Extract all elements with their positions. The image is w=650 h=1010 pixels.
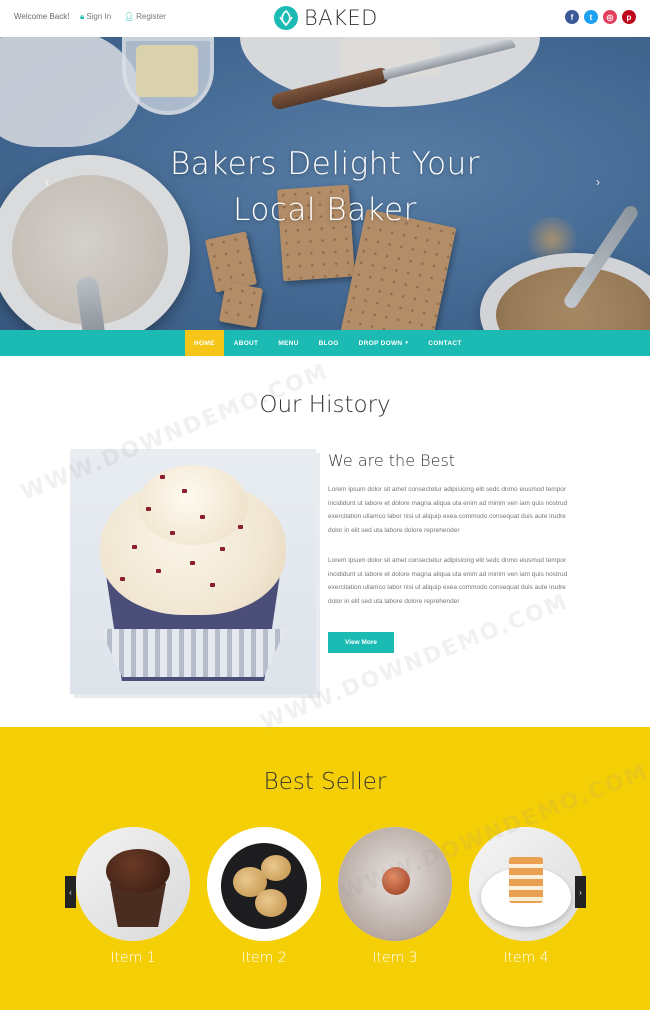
item-image bbox=[76, 827, 190, 941]
best-seller-section: Best Seller Item 1 Item 2 Item 3 Item 4 … bbox=[0, 727, 650, 1010]
sign-in-label: Sign In bbox=[86, 12, 112, 21]
lock-icon: 🔒︎ bbox=[80, 12, 85, 21]
best-seller-item[interactable]: Item 1 bbox=[76, 827, 190, 966]
best-seller-item[interactable]: Item 4 bbox=[469, 827, 583, 966]
item-label: Item 1 bbox=[110, 950, 156, 966]
item-label: Item 4 bbox=[503, 950, 549, 966]
carousel-prev-arrow-icon[interactable]: ‹ bbox=[65, 876, 76, 908]
hero-next-arrow-icon[interactable]: › bbox=[596, 175, 600, 189]
cupcake-photo bbox=[70, 449, 316, 694]
item-image bbox=[338, 827, 452, 941]
logo-text: BAKED bbox=[304, 6, 378, 30]
top-bar: Welcome Back! 🔒︎ Sign In 👤︎ Register BAKED… bbox=[0, 0, 650, 37]
nav-item-drop-down-label: DROP DOWN bbox=[358, 339, 403, 347]
welcome-text: Welcome Back! bbox=[14, 12, 70, 21]
best-seller-item[interactable]: Item 2 bbox=[207, 827, 321, 966]
main-nav: HOME ABOUT MENU BLOG DROP DOWN ▾ CONTACT bbox=[0, 330, 650, 356]
hero-prev-arrow-icon[interactable]: ‹ bbox=[45, 175, 49, 189]
register-link[interactable]: 👤︎ Register bbox=[124, 12, 166, 21]
carousel-next-arrow-icon[interactable]: › bbox=[575, 876, 586, 908]
logo-mark-icon bbox=[274, 6, 298, 30]
history-paragraph-2: Lorem ipsum dolor sit amet consectetur a… bbox=[328, 557, 568, 605]
register-label: Register bbox=[136, 12, 166, 21]
user-icon: 👤︎ bbox=[124, 12, 135, 21]
hero-heading-line2: Local Baker bbox=[233, 192, 417, 228]
hero-heading: Bakers Delight Your Local Baker bbox=[0, 141, 650, 233]
nav-item-about[interactable]: ABOUT bbox=[224, 330, 269, 356]
hero-heading-line1: Bakers Delight Your bbox=[169, 146, 481, 182]
item-image bbox=[207, 827, 321, 941]
history-subtitle: We are the Best bbox=[328, 451, 456, 470]
sign-in-link[interactable]: 🔒︎ Sign In bbox=[80, 12, 111, 22]
history-paragraph-1: Lorem ipsum dolor sit amet consectetur a… bbox=[328, 486, 568, 534]
site-logo[interactable]: BAKED bbox=[274, 6, 378, 30]
best-seller-item[interactable]: Item 3 bbox=[338, 827, 452, 966]
nav-item-menu[interactable]: MENU bbox=[268, 330, 308, 356]
caret-down-icon: ▾ bbox=[405, 340, 409, 346]
nav-item-contact[interactable]: CONTACT bbox=[418, 330, 471, 356]
twitter-icon[interactable]: t bbox=[584, 10, 598, 24]
pinterest-icon[interactable]: p bbox=[622, 10, 636, 24]
item-label: Item 2 bbox=[241, 950, 287, 966]
facebook-icon[interactable]: f bbox=[565, 10, 579, 24]
view-more-button[interactable]: View More bbox=[328, 632, 394, 653]
hero-slider: Bakers Delight Your Local Baker ‹ › bbox=[0, 37, 650, 330]
item-label: Item 3 bbox=[372, 950, 418, 966]
history-title: Our History bbox=[259, 392, 391, 418]
nav-item-blog[interactable]: BLOG bbox=[309, 330, 349, 356]
item-image bbox=[469, 827, 583, 941]
social-links: f t ◎ p bbox=[565, 10, 636, 24]
instagram-icon[interactable]: ◎ bbox=[603, 10, 617, 24]
nav-item-drop-down[interactable]: DROP DOWN ▾ bbox=[349, 330, 419, 356]
nav-item-home[interactable]: HOME bbox=[185, 330, 224, 356]
best-seller-title: Best Seller bbox=[263, 769, 387, 795]
